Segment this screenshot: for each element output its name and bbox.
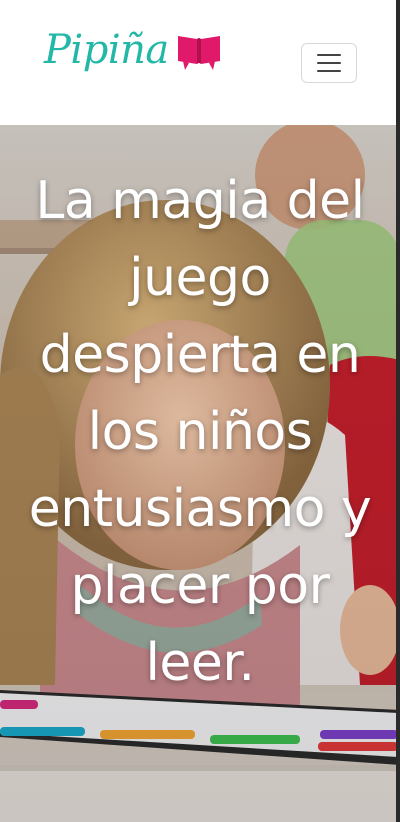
hamburger-menu-icon-bar [317,62,341,64]
menu-toggle-button[interactable] [301,43,357,83]
hamburger-menu-icon-bar [317,70,341,72]
page: Pipiña La magia del juego despierta en l… [0,0,400,822]
logo-text: Pipiña [44,27,169,73]
site-header: Pipiña [0,0,400,125]
hamburger-menu-icon [317,54,341,56]
book-icon [177,36,220,70]
site-logo[interactable]: Pipiña [44,26,223,74]
frame-edge [396,0,400,822]
hero-banner: La magia del juego despierta en los niño… [0,125,400,822]
hero-title: La magia del juego despierta en los niño… [28,171,372,693]
